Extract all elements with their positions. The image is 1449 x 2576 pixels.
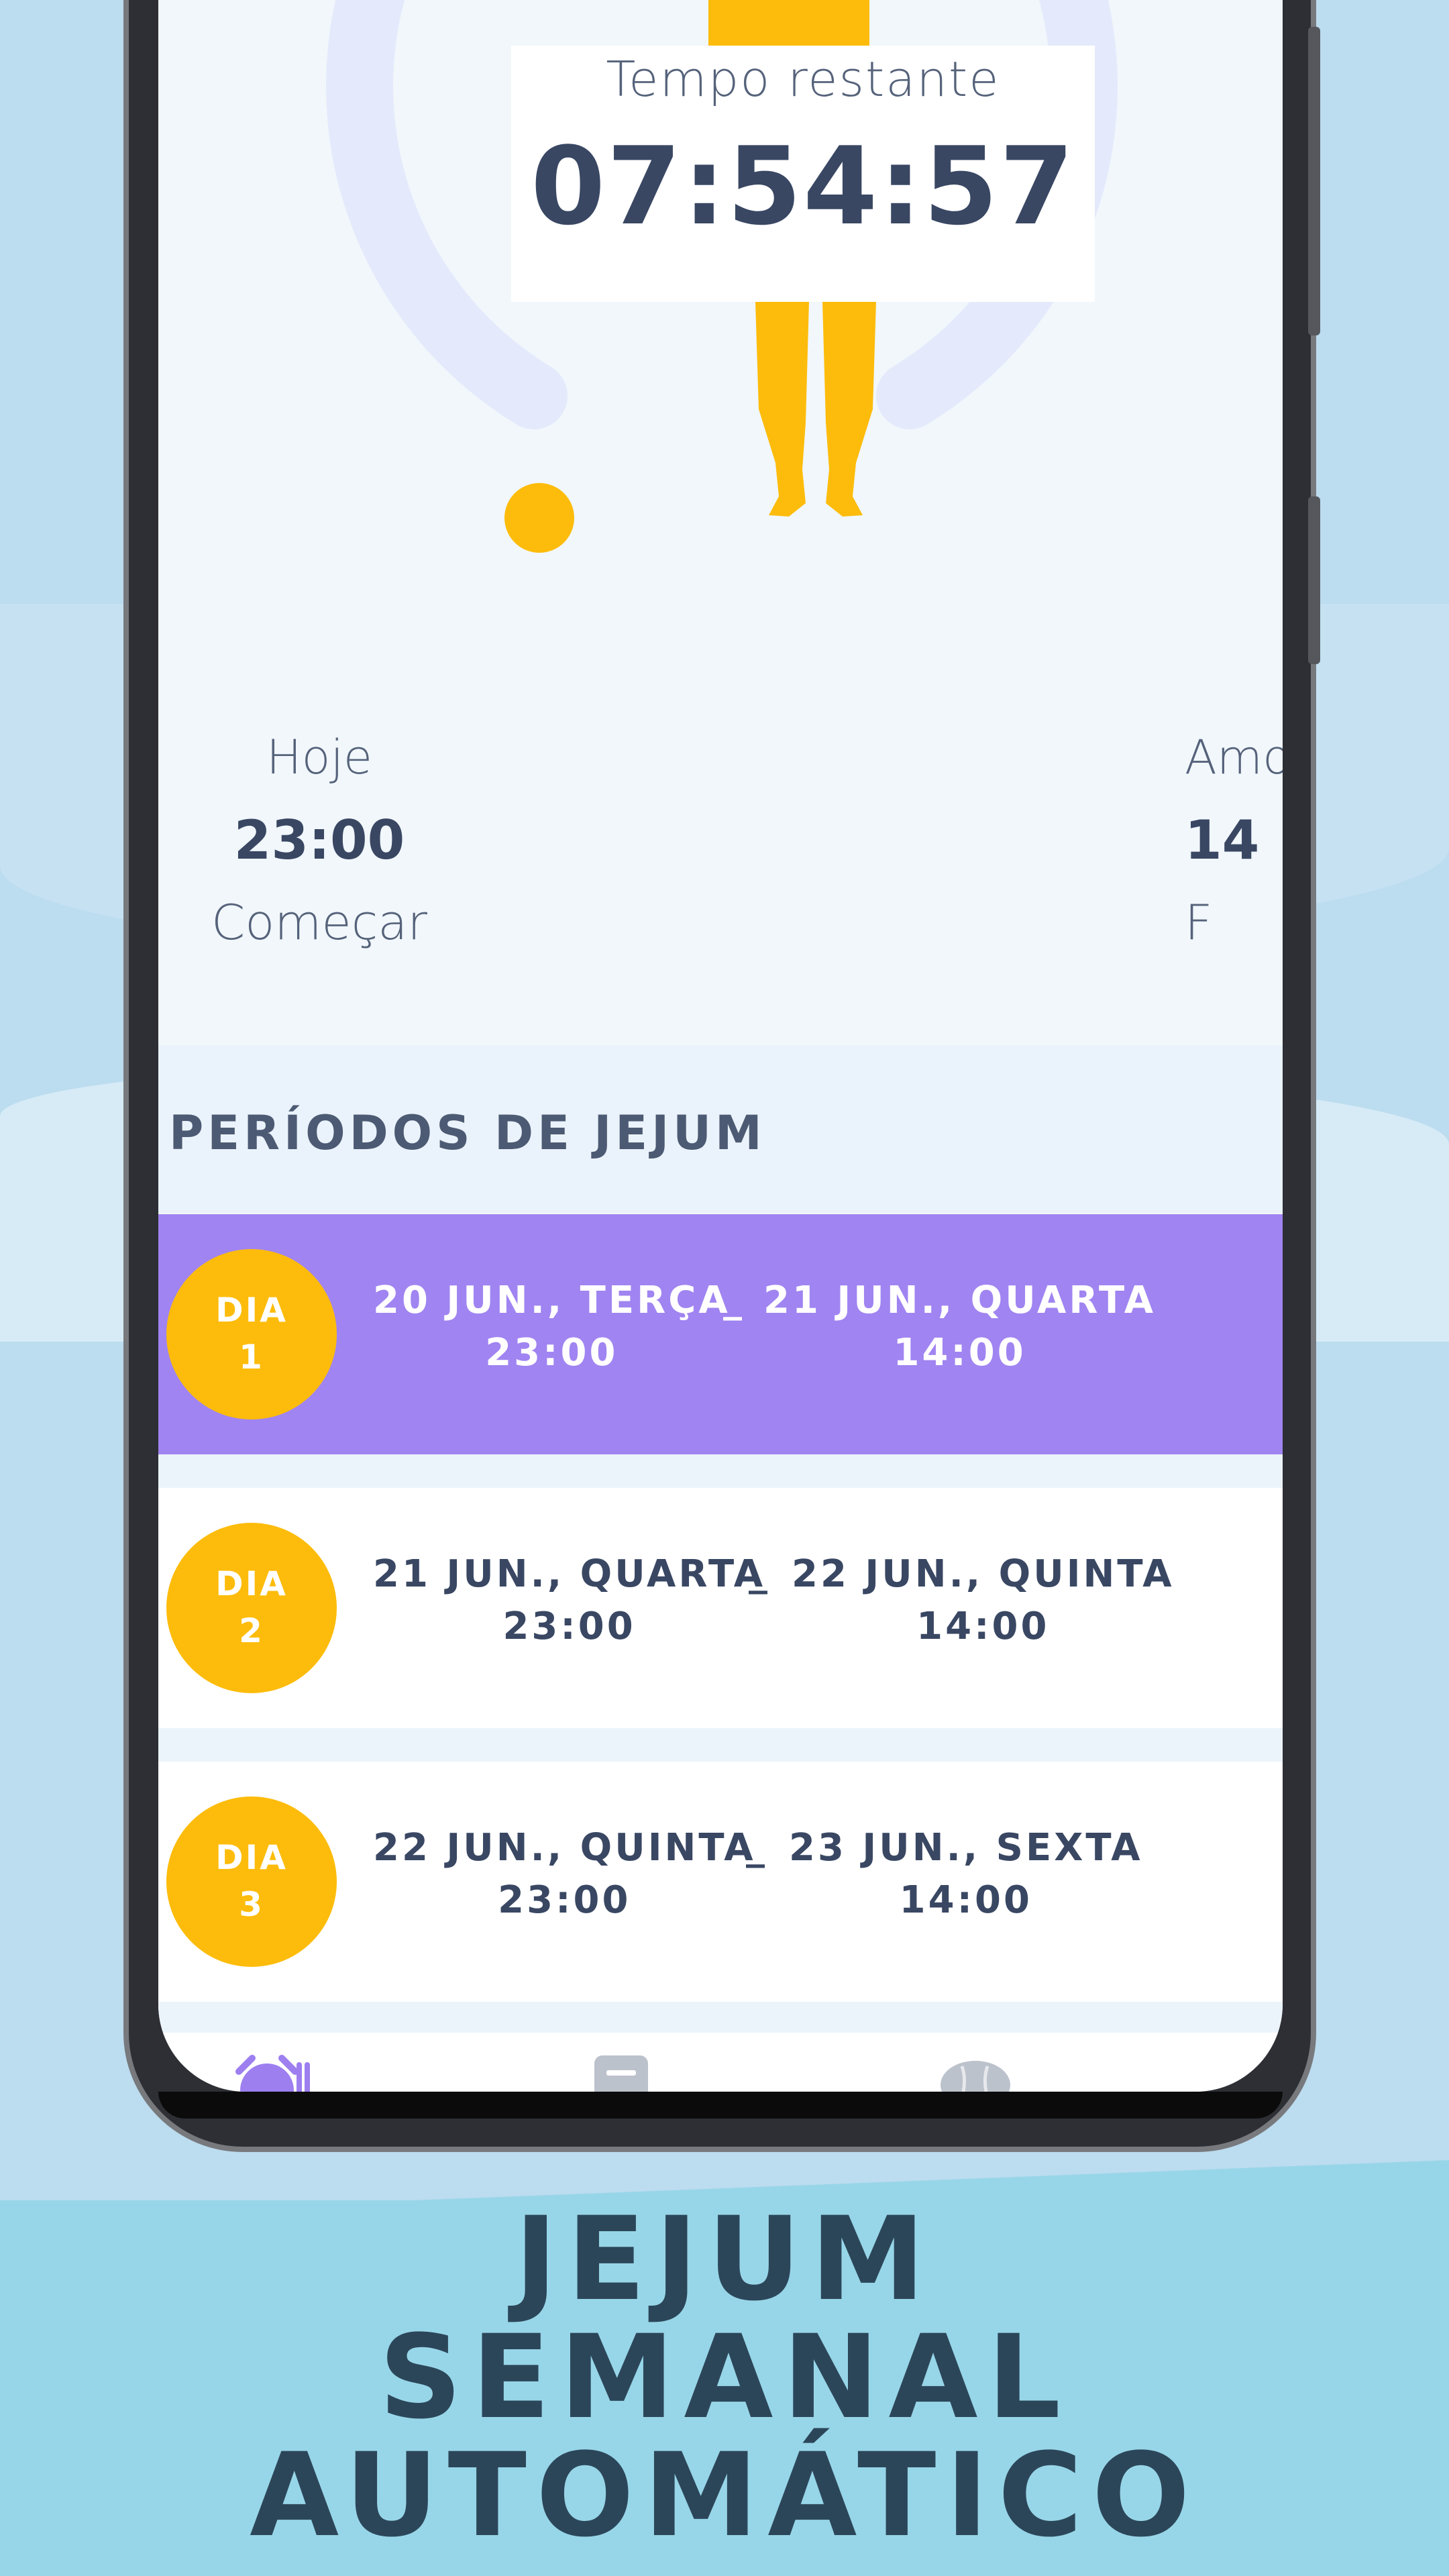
phone-bezel-bottom xyxy=(158,2092,1283,2118)
promo-line-2: SEMANAL xyxy=(378,2310,1071,2445)
period-end-time: 14:00 xyxy=(916,1605,1050,1648)
period-start-time: 23:00 xyxy=(498,1878,631,1922)
period-start-time: 23:00 xyxy=(502,1605,636,1648)
end-time[interactable]: 14 xyxy=(1185,809,1283,871)
period-separator: _ xyxy=(746,1825,765,1868)
period-row-day-3[interactable]: DIA 3 22 JUN., QUINTA 23:00 _ 23 JUN., S… xyxy=(158,1762,1283,2002)
bottom-nav xyxy=(158,2033,1283,2092)
fast-end-info: Amo 14 F xyxy=(1185,730,1283,951)
day-badge-label: DIA xyxy=(215,1291,288,1330)
row-divider xyxy=(158,2002,1283,2035)
period-start-date: 20 JUN., TERÇA xyxy=(373,1279,731,1322)
start-time[interactable]: 23:00 xyxy=(178,809,460,871)
day-badge: DIA 1 xyxy=(166,1249,337,1419)
period-start-time: 23:00 xyxy=(485,1331,619,1375)
period-end-time: 14:00 xyxy=(893,1331,1026,1375)
body-figure xyxy=(708,0,869,47)
end-action-label: F xyxy=(1185,894,1213,951)
timer-card: Tempo restante 07:54:57 xyxy=(511,46,1095,302)
row-divider xyxy=(158,1728,1283,1762)
period-end: 22 JUN., QUINTA 14:00 xyxy=(792,1548,1175,1653)
fast-start-info: Hoje 23:00 Começar xyxy=(178,730,460,951)
app-screen: Tempo restante 07:54:57 Hoje 23:00 Começ… xyxy=(158,0,1283,2092)
start-action-label: Começar xyxy=(211,894,428,951)
promo-line-3: AUTOMÁTICO xyxy=(250,2428,1199,2563)
period-end-date: 22 JUN., QUINTA xyxy=(792,1552,1175,1596)
period-end-date: 23 JUN., SEXTA xyxy=(789,1826,1143,1870)
row-divider xyxy=(158,1454,1283,1488)
end-day-label: Amo xyxy=(1185,730,1283,785)
period-end-date: 21 JUN., QUARTA xyxy=(763,1279,1157,1322)
period-start-date: 21 JUN., QUARTA xyxy=(373,1552,766,1596)
period-row-day-2[interactable]: DIA 2 21 JUN., QUARTA 23:00 _ 22 JUN., Q… xyxy=(158,1488,1283,1728)
timer-value: 07:54:57 xyxy=(531,123,1075,249)
period-start: 21 JUN., QUARTA 23:00 xyxy=(373,1548,765,1653)
start-day-label: Hoje xyxy=(266,730,372,785)
promo-headline: JEJUM SEMANAL AUTOMÁTICO xyxy=(0,2200,1449,2555)
period-start-date: 22 JUN., QUINTA xyxy=(373,1826,756,1870)
day-badge-number: 2 xyxy=(239,1611,264,1650)
period-end: 21 JUN., QUARTA 14:00 xyxy=(763,1275,1156,1379)
day-badge: DIA 3 xyxy=(166,1796,337,1967)
diary-icon[interactable] xyxy=(588,2051,655,2092)
period-start: 20 JUN., TERÇA 23:00 xyxy=(373,1275,731,1379)
phone-side-button xyxy=(1308,27,1320,335)
day-badge-number: 1 xyxy=(239,1338,264,1377)
day-badge-label: DIA xyxy=(215,1838,288,1877)
period-end: 23 JUN., SEXTA 14:00 xyxy=(789,1822,1143,1927)
fasting-timer-icon[interactable] xyxy=(232,2051,319,2092)
body-figure-legs xyxy=(755,302,876,517)
period-separator: _ xyxy=(723,1277,742,1321)
period-row-day-1[interactable]: DIA 1 20 JUN., TERÇA 23:00 _ 21 JUN., QU… xyxy=(158,1214,1283,1454)
bakery-icon[interactable] xyxy=(935,2051,1016,2092)
promo-line-1: JEJUM xyxy=(514,2192,935,2326)
period-separator: _ xyxy=(749,1551,767,1595)
phone-side-button xyxy=(1308,496,1320,664)
day-badge: DIA 2 xyxy=(166,1523,337,1693)
section-title: PERÍODOS DE JEJUM xyxy=(169,1106,766,1161)
progress-indicator-dot xyxy=(504,483,574,553)
timer-label: Tempo restante xyxy=(606,51,1000,107)
day-badge-number: 3 xyxy=(239,1885,264,1924)
period-start: 22 JUN., QUINTA 23:00 xyxy=(373,1822,756,1927)
period-end-time: 14:00 xyxy=(899,1878,1032,1922)
day-badge-label: DIA xyxy=(215,1564,288,1603)
